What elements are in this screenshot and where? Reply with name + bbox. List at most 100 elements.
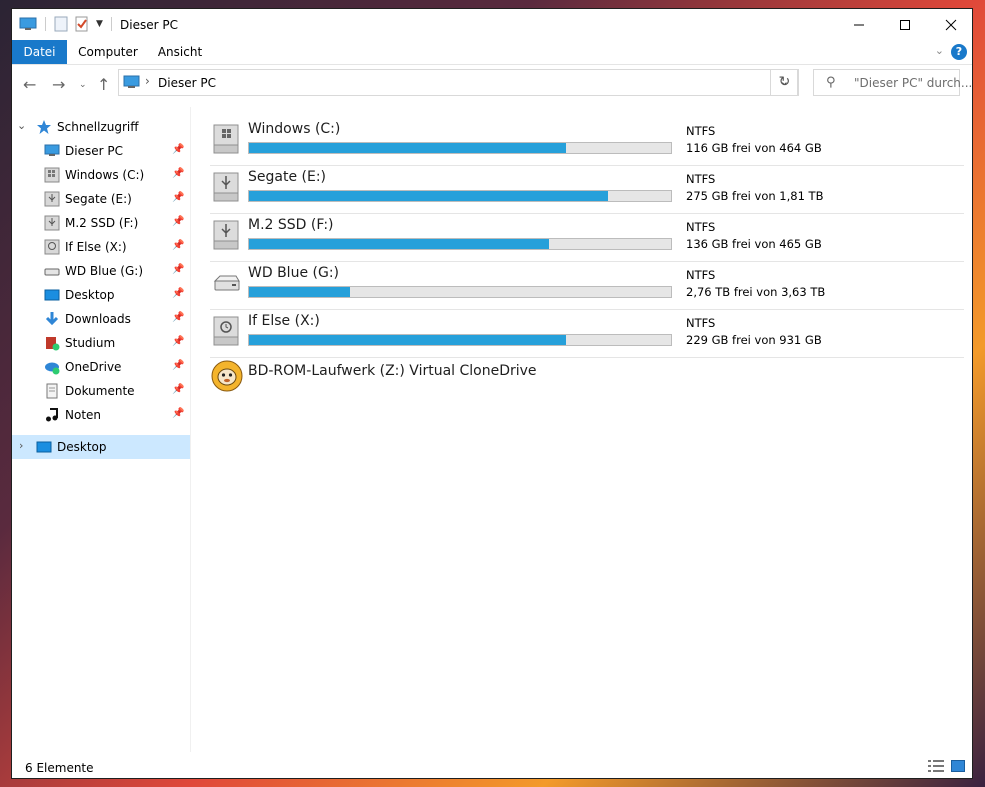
pin-icon[interactable]: 📌 (172, 240, 184, 251)
pin-icon[interactable]: 📌 (172, 264, 184, 275)
refresh-button[interactable]: ↻ (770, 69, 799, 96)
backup-drive-icon (212, 315, 240, 347)
pin-icon[interactable]: 📌 (172, 384, 184, 395)
sidebar-item-noten[interactable]: Noten 📌 (12, 403, 190, 427)
large-icons-view-icon[interactable] (951, 760, 965, 772)
breadcrumb-dieser-pc[interactable]: Dieser PC (158, 76, 216, 90)
sidebar-item-m-2-ssd-f[interactable]: M.2 SSD (F:) 📌 (12, 211, 190, 235)
breadcrumb-chevron-icon[interactable]: › (145, 74, 150, 88)
toolbar-divider (110, 17, 112, 31)
recent-locations-chevron-icon[interactable]: ⌄ (79, 75, 87, 95)
drive-free-space: 136 GB frei von 465 GB (686, 237, 822, 251)
sidebar-item-wd-blue-g[interactable]: WD Blue (G:) 📌 (12, 259, 190, 283)
sidebar-item-schnellzugriff[interactable]: ⌄ Schnellzugriff (12, 115, 190, 139)
usb-drive-icon (44, 215, 60, 231)
toolbar-divider (45, 17, 46, 31)
navigation-pane: ⌄ Schnellzugriff Dieser PC 📌 Windows (C:) 📌… (12, 107, 190, 752)
monitor-icon (44, 143, 60, 159)
pin-icon[interactable]: 📌 (172, 144, 184, 155)
optical-drive-item[interactable]: BD-ROM-Laufwerk (Z:) Virtual CloneDrive (210, 357, 964, 397)
study-folder-icon (44, 335, 60, 351)
pane-divider[interactable] (190, 107, 191, 752)
search-icon: ⚲ (826, 75, 836, 90)
close-icon (945, 19, 957, 30)
drive-usage-fill (249, 287, 351, 297)
tab-ansicht[interactable]: Ansicht (150, 40, 210, 64)
forward-arrow-icon[interactable]: → (52, 75, 65, 95)
help-button[interactable]: ? (951, 44, 967, 60)
monitor-icon[interactable] (19, 17, 37, 31)
pin-icon[interactable]: 📌 (172, 408, 184, 419)
sidebar-item-dieser-pc[interactable]: Dieser PC 📌 (12, 139, 190, 163)
windows-drive-icon (212, 123, 240, 155)
checkmark-doc-icon[interactable] (74, 16, 90, 32)
title-bar: ▼ Dieser PC (12, 9, 972, 40)
window-title: Dieser PC (120, 18, 178, 32)
sidebar-item-onedrive[interactable]: OneDrive 📌 (12, 355, 190, 379)
drive-item[interactable]: M.2 SSD (F:) NTFS 136 GB frei von 465 GB (210, 213, 964, 262)
pin-icon[interactable]: 📌 (172, 360, 184, 371)
explorer-window: ▼ Dieser PC Datei Computer Ansicht ⌄ ? ←… (11, 8, 973, 779)
pin-icon[interactable]: 📌 (172, 168, 184, 179)
sidebar-item-label: OneDrive (65, 360, 122, 374)
pin-icon[interactable]: 📌 (172, 336, 184, 347)
drive-free-space: 2,76 TB frei von 3,63 TB (686, 285, 826, 299)
tab-computer[interactable]: Computer (72, 40, 144, 64)
customize-toolbar-chevron-icon[interactable]: ▼ (96, 19, 103, 29)
sidebar-item-label: Dieser PC (65, 144, 123, 158)
drive-item[interactable]: WD Blue (G:) NTFS 2,76 TB frei von 3,63 TB (210, 261, 964, 310)
drive-item[interactable]: Segate (E:) NTFS 275 GB frei von 1,81 TB (210, 165, 964, 214)
drive-item[interactable]: Windows (C:) NTFS 116 GB frei von 464 GB (210, 117, 964, 166)
drive-list: Windows (C:) NTFS 116 GB frei von 464 GB Se… (198, 107, 972, 752)
backup-drive-icon (44, 239, 60, 255)
pin-icon[interactable]: 📌 (172, 192, 184, 203)
drive-free-space: 275 GB frei von 1,81 TB (686, 189, 824, 203)
sidebar-item-if-else-x[interactable]: If Else (X:) 📌 (12, 235, 190, 259)
address-bar[interactable]: › Dieser PC ⌄ (118, 69, 798, 96)
drive-filesystem: NTFS (686, 172, 716, 186)
properties-icon[interactable] (54, 16, 68, 32)
search-input[interactable]: ⚲ "Dieser PC" durch... (813, 69, 972, 96)
sidebar-item-desktop-root[interactable]: › Desktop (12, 435, 190, 459)
external-drive-icon (44, 263, 60, 279)
drive-item[interactable]: If Else (X:) NTFS 229 GB frei von 931 GB (210, 309, 964, 358)
tab-datei[interactable]: Datei (12, 40, 67, 64)
expand-ribbon-chevron-icon[interactable]: ⌄ (935, 44, 944, 57)
pin-icon[interactable]: 📌 (172, 312, 184, 323)
minimize-icon (854, 24, 864, 25)
sidebar-item-windows-c[interactable]: Windows (C:) 📌 (12, 163, 190, 187)
drive-usage-bar (248, 334, 672, 346)
sidebar-item-downloads[interactable]: Downloads 📌 (12, 307, 190, 331)
collapse-chevron-icon[interactable]: › (19, 439, 23, 452)
drive-usage-bar (248, 190, 672, 202)
expand-chevron-icon[interactable]: ⌄ (17, 119, 26, 132)
maximize-button[interactable] (882, 9, 928, 40)
sidebar-item-label: Desktop (65, 288, 115, 302)
details-view-icon[interactable] (928, 760, 944, 772)
drive-filesystem: NTFS (686, 220, 716, 234)
close-button[interactable] (928, 9, 972, 40)
quick-access-toolbar: ▼ (19, 16, 112, 32)
up-arrow-icon[interactable]: ↑ (97, 75, 110, 95)
drive-name: Segate (E:) (248, 169, 327, 185)
sidebar-item-dokumente[interactable]: Dokumente 📌 (12, 379, 190, 403)
sidebar-item-studium[interactable]: Studium 📌 (12, 331, 190, 355)
back-arrow-icon[interactable]: ← (23, 75, 36, 95)
ribbon-tabs: Datei Computer Ansicht ⌄ ? (12, 40, 972, 64)
pin-icon[interactable]: 📌 (172, 216, 184, 227)
refresh-icon: ↻ (778, 74, 791, 90)
sidebar-item-label: Dokumente (65, 384, 135, 398)
sidebar-item-label: WD Blue (G:) (65, 264, 143, 278)
cloud-icon (44, 359, 60, 375)
sidebar-item-label: Desktop (57, 440, 107, 454)
maximize-icon (900, 19, 910, 30)
external-drive-icon (212, 267, 240, 299)
drive-usage-fill (249, 239, 549, 249)
drive-usage-fill (249, 335, 566, 345)
search-placeholder: "Dieser PC" durch... (854, 76, 973, 90)
pin-icon[interactable]: 📌 (172, 288, 184, 299)
minimize-button[interactable] (836, 9, 882, 40)
sidebar-item-desktop[interactable]: Desktop 📌 (12, 283, 190, 307)
sidebar-item-segate-e[interactable]: Segate (E:) 📌 (12, 187, 190, 211)
sidebar-item-label: Noten (65, 408, 102, 422)
